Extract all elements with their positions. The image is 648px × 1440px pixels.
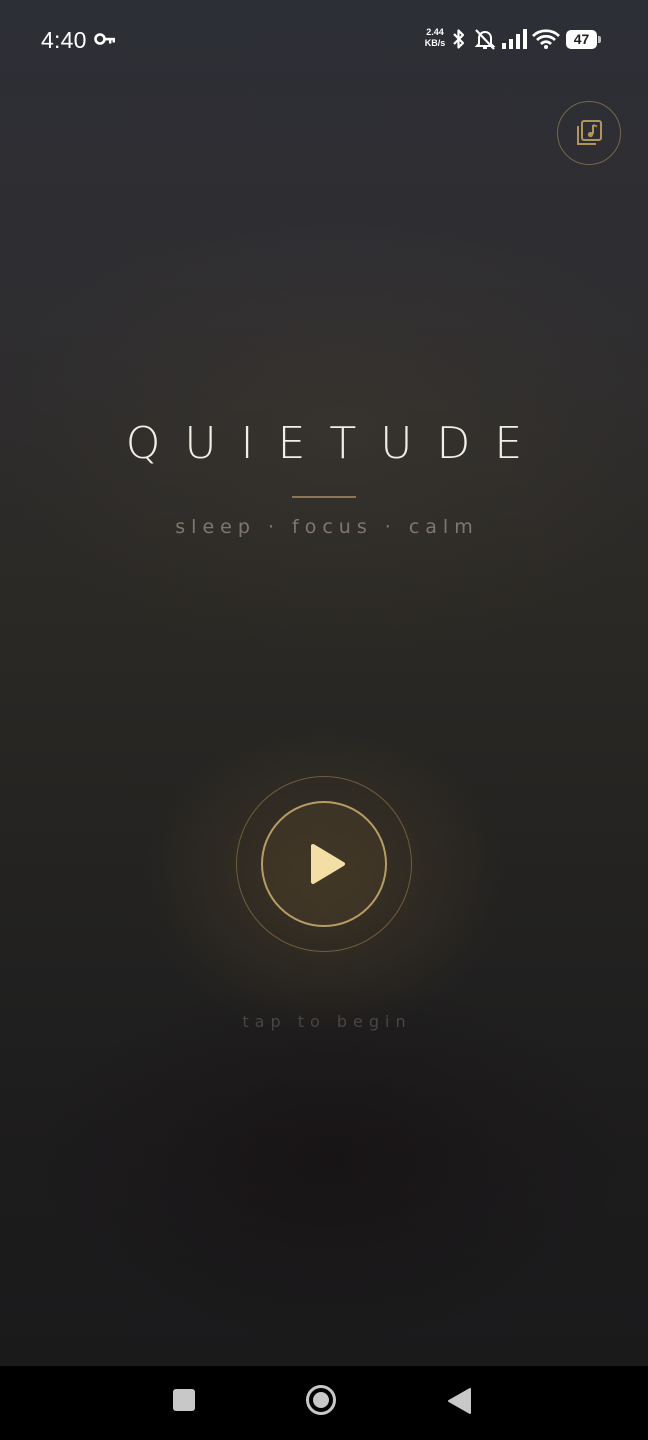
app-title: QUIETUDE — [125, 418, 547, 469]
battery-tip — [598, 36, 601, 43]
play-icon — [311, 844, 345, 884]
key-icon — [94, 33, 115, 45]
title-divider — [292, 496, 356, 498]
bluetooth-icon — [453, 29, 465, 49]
network-speed-value: 2.44 — [426, 27, 444, 37]
battery-icon: 47 — [566, 30, 602, 49]
status-bar: 4:40 2.44 KB/s 47 — [0, 0, 648, 80]
battery-level: 47 — [566, 30, 597, 49]
music-library-button[interactable] — [557, 101, 621, 165]
tagline: sleep · focus · calm — [175, 516, 479, 538]
play-button[interactable] — [261, 801, 387, 927]
wifi-icon — [532, 29, 560, 49]
signal-icon — [502, 29, 527, 49]
recents-icon[interactable] — [173, 1389, 195, 1411]
tap-hint: tap to begin — [242, 1012, 412, 1031]
network-speed: 2.44 KB/s — [423, 27, 447, 49]
status-time: 4:40 — [41, 27, 87, 53]
back-icon[interactable] — [446, 1387, 472, 1415]
notifications-off-icon — [474, 29, 496, 50]
app-screen: 4:40 2.44 KB/s 47 QUIETUDE sleep · focus… — [0, 0, 648, 1440]
music-library-icon — [577, 120, 602, 145]
network-speed-unit: KB/s — [424, 38, 446, 48]
home-icon[interactable] — [305, 1384, 337, 1416]
navigation-bar — [0, 1366, 648, 1440]
